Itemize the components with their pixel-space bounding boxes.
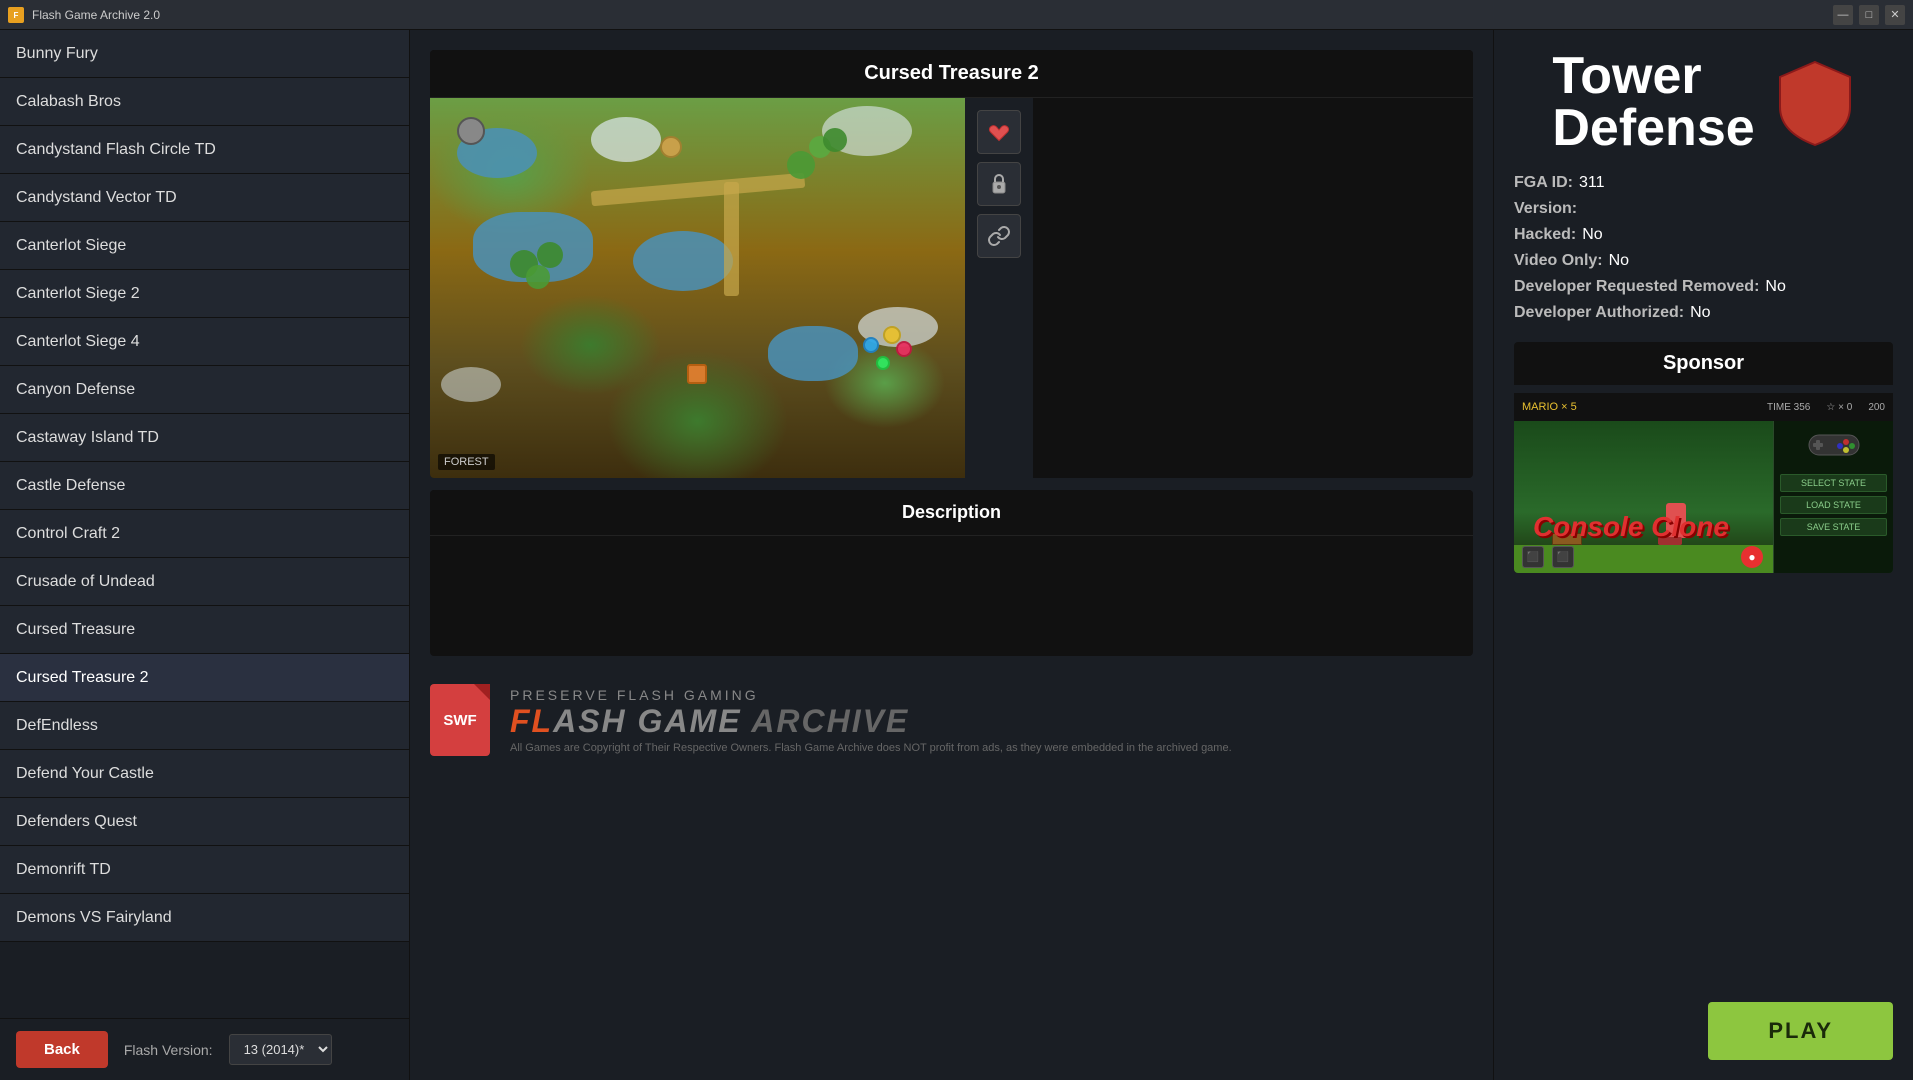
game-screenshot: FOREST xyxy=(430,98,965,478)
fga-small-text: All Games are Copyright of Their Respect… xyxy=(510,742,1232,754)
svg-text:F: F xyxy=(14,11,19,20)
game-actions xyxy=(965,98,1033,478)
dev-authorized-row: Developer Authorized: No xyxy=(1514,304,1893,322)
sidebar-item-candystand-vector-td[interactable]: Candystand Vector TD xyxy=(0,174,409,222)
content-area: Cursed Treasure 2 xyxy=(410,30,1493,1080)
video-only-label: Video Only: xyxy=(1514,252,1603,270)
dev-authorized-label: Developer Authorized: xyxy=(1514,304,1684,322)
description-title: Description xyxy=(430,490,1473,536)
sidebar-item-defenders-quest[interactable]: Defenders Quest xyxy=(0,798,409,846)
description-content xyxy=(430,536,1473,656)
titlebar-controls: — □ ✕ xyxy=(1833,5,1905,25)
sidebar-item-defendless[interactable]: DefEndless xyxy=(0,702,409,750)
hacked-row: Hacked: No xyxy=(1514,226,1893,244)
sidebar-item-demonrift-td[interactable]: Demonrift TD xyxy=(0,846,409,894)
sidebar-item-cursed-treasure-2[interactable]: Cursed Treasure 2 xyxy=(0,654,409,702)
sidebar-item-canyon-defense[interactable]: Canyon Defense xyxy=(0,366,409,414)
favorite-button[interactable] xyxy=(977,110,1021,154)
sponsor-mario-indicator: MARIO × 5 xyxy=(1522,401,1577,413)
video-only-value: No xyxy=(1609,252,1629,270)
game-panel: Cursed Treasure 2 xyxy=(430,50,1473,478)
shield-icon xyxy=(1775,57,1855,147)
lock-button[interactable] xyxy=(977,162,1021,206)
sponsor-load-state[interactable]: LOAD STATE xyxy=(1780,496,1887,514)
fga-id-value: 311 xyxy=(1579,174,1605,192)
sponsor-bottom-icons: ⬛ ⬛ xyxy=(1522,546,1574,568)
dev-requested-label: Developer Requested Removed: xyxy=(1514,278,1759,296)
sidebar-item-bunny-fury[interactable]: Bunny Fury xyxy=(0,30,409,78)
sidebar-footer: Back Flash Version: 13 (2014)*11 (2012)3… xyxy=(0,1018,409,1080)
flash-version-select[interactable]: 13 (2014)*11 (2012)32 (2020) xyxy=(229,1034,332,1065)
tower-defense-header: TowerDefense xyxy=(1514,50,1893,154)
sponsor-icon-3: ● xyxy=(1741,546,1763,568)
console-clone-text: Console Clone xyxy=(1533,511,1729,543)
sponsor-title: Sponsor xyxy=(1514,342,1893,385)
swf-icon: SWF xyxy=(430,684,490,756)
sidebar-item-castaway-island-td[interactable]: Castaway Island TD xyxy=(0,414,409,462)
sidebar-item-canterlot-siege[interactable]: Canterlot Siege xyxy=(0,222,409,270)
hacked-label: Hacked: xyxy=(1514,226,1576,244)
hacked-value: No xyxy=(1582,226,1602,244)
sponsor-icon-2: ⬛ xyxy=(1552,546,1574,568)
fga-id-label: FGA ID: xyxy=(1514,174,1573,192)
titlebar-title: Flash Game Archive 2.0 xyxy=(32,8,1833,22)
link-button[interactable] xyxy=(977,214,1021,258)
sidebar-item-crusade-of-undead[interactable]: Crusade of Undead xyxy=(0,558,409,606)
dev-requested-row: Developer Requested Removed: No xyxy=(1514,278,1893,296)
game-content-row: FOREST xyxy=(430,98,1473,478)
sponsor-side-panel: SELECT STATE LOAD STATE SAVE STATE xyxy=(1773,421,1893,573)
sidebar-item-canterlot-siege-4[interactable]: Canterlot Siege 4 xyxy=(0,318,409,366)
fga-preserve-text: PRESERVE FLASH GAMING xyxy=(510,687,1232,703)
swf-label: SWF xyxy=(443,712,476,729)
sidebar-item-castle-defense[interactable]: Castle Defense xyxy=(0,462,409,510)
sidebar-list[interactable]: Bunny FuryCalabash BrosCandystand Flash … xyxy=(0,30,409,1018)
sponsor-select-state[interactable]: SELECT STATE xyxy=(1780,474,1887,492)
sponsor-top-bar: MARIO × 5 TIME 356 ☆ × 0 200 xyxy=(1514,393,1893,421)
controller-icon-area xyxy=(1780,427,1887,462)
sponsor-image[interactable]: MARIO × 5 TIME 356 ☆ × 0 200 Console Clo… xyxy=(1514,393,1893,573)
sidebar-item-demons-vs-fairyland[interactable]: Demons VS Fairyland xyxy=(0,894,409,942)
maximize-button[interactable]: □ xyxy=(1859,5,1879,25)
sponsor-save-state[interactable]: SAVE STATE xyxy=(1780,518,1887,536)
description-panel: Description xyxy=(430,490,1473,656)
version-label: Version: xyxy=(1514,200,1577,218)
sponsor-icon-1: ⬛ xyxy=(1522,546,1544,568)
game-info: FGA ID: 311 Version: Hacked: No Video On… xyxy=(1514,174,1893,322)
sponsor-bottom-icons-right: ● xyxy=(1741,546,1763,568)
back-button[interactable]: Back xyxy=(16,1031,108,1068)
sidebar-item-candystand-flash-circle-td[interactable]: Candystand Flash Circle TD xyxy=(0,126,409,174)
fga-text-logo: PRESERVE FLASH GAMING FLASH GAME ARCHIVE… xyxy=(510,687,1232,754)
fga-main-text: FLASH GAME ARCHIVE xyxy=(510,703,1232,740)
app-icon: F xyxy=(8,7,24,23)
sidebar-item-cursed-treasure[interactable]: Cursed Treasure xyxy=(0,606,409,654)
game-title: Cursed Treasure 2 xyxy=(430,50,1473,98)
fga-flash-text: FL xyxy=(510,703,553,739)
sidebar: Bunny FuryCalabash BrosCandystand Flash … xyxy=(0,30,410,1080)
sidebar-item-calabash-bros[interactable]: Calabash Bros xyxy=(0,78,409,126)
titlebar: F Flash Game Archive 2.0 — □ ✕ xyxy=(0,0,1913,30)
tower-defense-title: TowerDefense xyxy=(1552,50,1754,154)
dev-authorized-value: No xyxy=(1690,304,1710,322)
sidebar-item-defend-your-castle[interactable]: Defend Your Castle xyxy=(0,750,409,798)
close-button[interactable]: ✕ xyxy=(1885,5,1905,25)
fga-id-row: FGA ID: 311 xyxy=(1514,174,1893,192)
fga-logo: SWF PRESERVE FLASH GAMING FLASH GAME ARC… xyxy=(430,668,1473,772)
version-row: Version: xyxy=(1514,200,1893,218)
flash-version-label: Flash Version: xyxy=(124,1042,213,1058)
minimize-button[interactable]: — xyxy=(1833,5,1853,25)
right-sidebar: TowerDefense FGA ID: 311 Version: Hacked… xyxy=(1493,30,1913,1080)
sidebar-item-control-craft-2[interactable]: Control Craft 2 xyxy=(0,510,409,558)
sponsor-section: Sponsor MARIO × 5 TIME 356 ☆ × 0 200 Con… xyxy=(1514,342,1893,573)
sidebar-item-canterlot-siege-2[interactable]: Canterlot Siege 2 xyxy=(0,270,409,318)
play-button[interactable]: PLAY xyxy=(1708,1002,1893,1060)
video-only-row: Video Only: No xyxy=(1514,252,1893,270)
screenshot-label: FOREST xyxy=(438,454,495,470)
main-container: Bunny FuryCalabash BrosCandystand Flash … xyxy=(0,30,1913,1080)
dev-requested-value: No xyxy=(1765,278,1785,296)
